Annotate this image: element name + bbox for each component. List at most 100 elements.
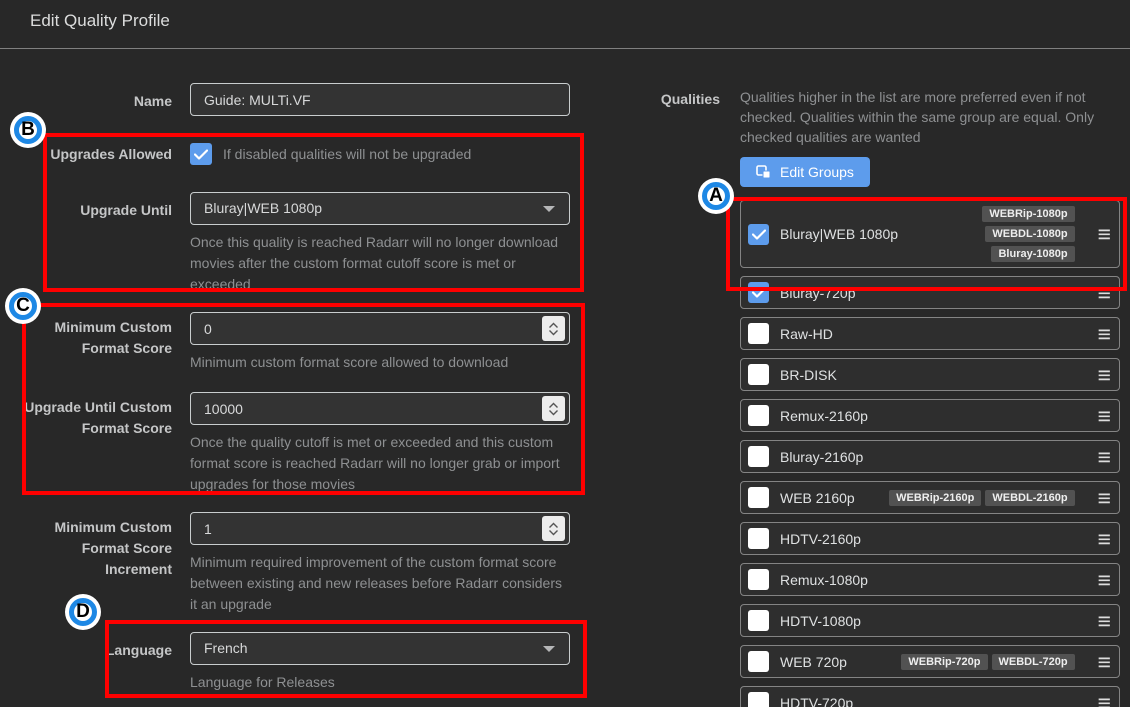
upgrade-until-cfs-help: Once the quality cutoff is met or exceed… — [190, 432, 570, 495]
checkmark-icon — [752, 229, 766, 240]
upgrades-allowed-label: Upgrades Allowed — [0, 144, 172, 165]
name-label: Name — [0, 91, 172, 112]
quality-name: HDTV-720p — [780, 695, 853, 707]
qualities-list: Bluray|WEB 1080p WEBRip-1080pWEBDL-1080p… — [740, 200, 1120, 707]
quality-checkbox[interactable] — [748, 364, 769, 385]
language-select[interactable]: French — [190, 632, 570, 665]
quality-tag: WEBRip-1080p — [982, 206, 1074, 222]
drag-handle-icon[interactable]: ≡ — [1098, 224, 1111, 244]
chevron-down-icon — [543, 206, 555, 212]
quality-name: HDTV-1080p — [780, 613, 861, 629]
quality-checkbox[interactable] — [748, 569, 769, 590]
upgrade-until-cfs-label: Upgrade Until Custom Format Score — [0, 397, 172, 439]
upgrade-until-cfs-input[interactable] — [190, 392, 570, 425]
quality-checkbox[interactable] — [748, 405, 769, 426]
quality-checkbox[interactable] — [748, 323, 769, 344]
min-cfs-increment-label: Minimum Custom Format Score Increment — [0, 517, 172, 580]
drag-handle-icon[interactable]: ≡ — [1098, 447, 1111, 467]
chevron-up-icon — [548, 522, 559, 529]
upgrades-allowed-checkbox[interactable] — [190, 143, 212, 165]
quality-item[interactable]: HDTV-720p ≡ — [740, 686, 1120, 707]
quality-checkbox[interactable] — [748, 224, 769, 245]
quality-tags: WEBRip-2160pWEBDL-2160p — [889, 490, 1074, 506]
quality-checkbox[interactable] — [748, 692, 769, 707]
quality-tag: WEBRip-2160p — [889, 490, 981, 506]
edit-groups-label: Edit Groups — [780, 164, 854, 180]
quality-checkbox[interactable] — [748, 446, 769, 467]
upgrades-allowed-text: If disabled qualities will not be upgrad… — [223, 143, 471, 165]
quality-checkbox[interactable] — [748, 487, 769, 508]
chevron-up-icon — [548, 322, 559, 329]
quality-item[interactable]: Bluray-2160p ≡ — [740, 440, 1120, 473]
min-cfs-increment-help: Minimum required improvement of the cust… — [190, 552, 570, 615]
quality-item[interactable]: WEB 2160p WEBRip-2160pWEBDL-2160p ≡ — [740, 481, 1120, 514]
quality-tags: WEBRip-720p WEBDL-720p — [901, 654, 1074, 670]
quality-item[interactable]: BR-DISK ≡ — [740, 358, 1120, 391]
quality-name: BR-DISK — [780, 367, 837, 383]
quality-name: HDTV-2160p — [780, 531, 861, 547]
drag-handle-icon[interactable]: ≡ — [1098, 283, 1111, 303]
upgrade-until-select[interactable]: Bluray|WEB 1080p — [190, 192, 570, 225]
number-stepper[interactable] — [542, 396, 565, 421]
annotation-marker-b: B — [14, 116, 42, 144]
quality-item[interactable]: HDTV-1080p ≡ — [740, 604, 1120, 637]
min-custom-format-score-input[interactable] — [190, 312, 570, 345]
quality-checkbox[interactable] — [748, 528, 769, 549]
chevron-up-icon — [548, 402, 559, 409]
drag-handle-icon[interactable]: ≡ — [1098, 365, 1111, 385]
name-input[interactable] — [190, 83, 570, 116]
quality-checkbox[interactable] — [748, 651, 769, 672]
drag-handle-icon[interactable]: ≡ — [1098, 529, 1111, 549]
edit-groups-icon — [756, 165, 771, 179]
number-stepper[interactable] — [542, 516, 565, 541]
quality-item[interactable]: HDTV-2160p ≡ — [740, 522, 1120, 555]
annotation-marker-a: A — [702, 182, 730, 210]
quality-tag: WEBDL-1080p — [985, 226, 1074, 242]
quality-item[interactable]: Raw-HD ≡ — [740, 317, 1120, 350]
upgrade-until-value: Bluray|WEB 1080p — [204, 200, 322, 216]
quality-name: Raw-HD — [780, 326, 833, 342]
checkmark-icon — [194, 149, 208, 160]
chevron-down-icon — [548, 529, 559, 536]
drag-handle-icon[interactable]: ≡ — [1098, 611, 1111, 631]
drag-handle-icon[interactable]: ≡ — [1098, 570, 1111, 590]
upgrade-until-label: Upgrade Until — [0, 200, 172, 221]
quality-name: Remux-1080p — [780, 572, 868, 588]
quality-item[interactable]: Bluray-720p ≡ — [740, 276, 1120, 309]
quality-item[interactable]: Remux-2160p ≡ — [740, 399, 1120, 432]
quality-item[interactable]: Remux-1080p ≡ — [740, 563, 1120, 596]
quality-checkbox[interactable] — [748, 282, 769, 303]
quality-tag: WEBDL-720p — [992, 654, 1075, 670]
quality-name: WEB 2160p — [780, 490, 855, 506]
language-label: Language — [0, 640, 172, 661]
drag-handle-icon[interactable]: ≡ — [1098, 693, 1111, 707]
drag-handle-icon[interactable]: ≡ — [1098, 652, 1111, 672]
annotation-marker-d: D — [69, 598, 97, 626]
quality-item[interactable]: Bluray|WEB 1080p WEBRip-1080pWEBDL-1080p… — [740, 200, 1120, 268]
qualities-help: Qualities higher in the list are more pr… — [740, 87, 1130, 147]
chevron-down-icon — [543, 646, 555, 652]
quality-name: WEB 720p — [780, 654, 847, 670]
quality-checkbox[interactable] — [748, 610, 769, 631]
quality-tag: Bluray-1080p — [991, 246, 1074, 262]
number-stepper[interactable] — [542, 316, 565, 341]
quality-name: Bluray-2160p — [780, 449, 863, 465]
checkmark-icon — [752, 287, 766, 298]
drag-handle-icon[interactable]: ≡ — [1098, 406, 1111, 426]
modal-header: Edit Quality Profile — [0, 0, 1130, 49]
drag-handle-icon[interactable]: ≡ — [1098, 488, 1111, 508]
min-custom-format-score-help: Minimum custom format score allowed to d… — [190, 352, 570, 373]
page-title: Edit Quality Profile — [30, 11, 170, 31]
min-custom-format-score-label: Minimum Custom Format Score — [0, 317, 172, 359]
quality-tag: WEBRip-720p — [901, 654, 987, 670]
quality-name: Bluray-720p — [780, 285, 856, 301]
quality-item[interactable]: WEB 720p WEBRip-720p WEBDL-720p ≡ — [740, 645, 1120, 678]
quality-tag: WEBDL-2160p — [985, 490, 1074, 506]
chevron-down-icon — [548, 329, 559, 336]
annotation-marker-c: C — [9, 292, 37, 320]
chevron-down-icon — [548, 409, 559, 416]
quality-tags: WEBRip-1080p WEBDL-1080p Bluray-1080p — [909, 206, 1075, 262]
edit-groups-button[interactable]: Edit Groups — [740, 157, 870, 187]
min-cfs-increment-input[interactable] — [190, 512, 570, 545]
drag-handle-icon[interactable]: ≡ — [1098, 324, 1111, 344]
